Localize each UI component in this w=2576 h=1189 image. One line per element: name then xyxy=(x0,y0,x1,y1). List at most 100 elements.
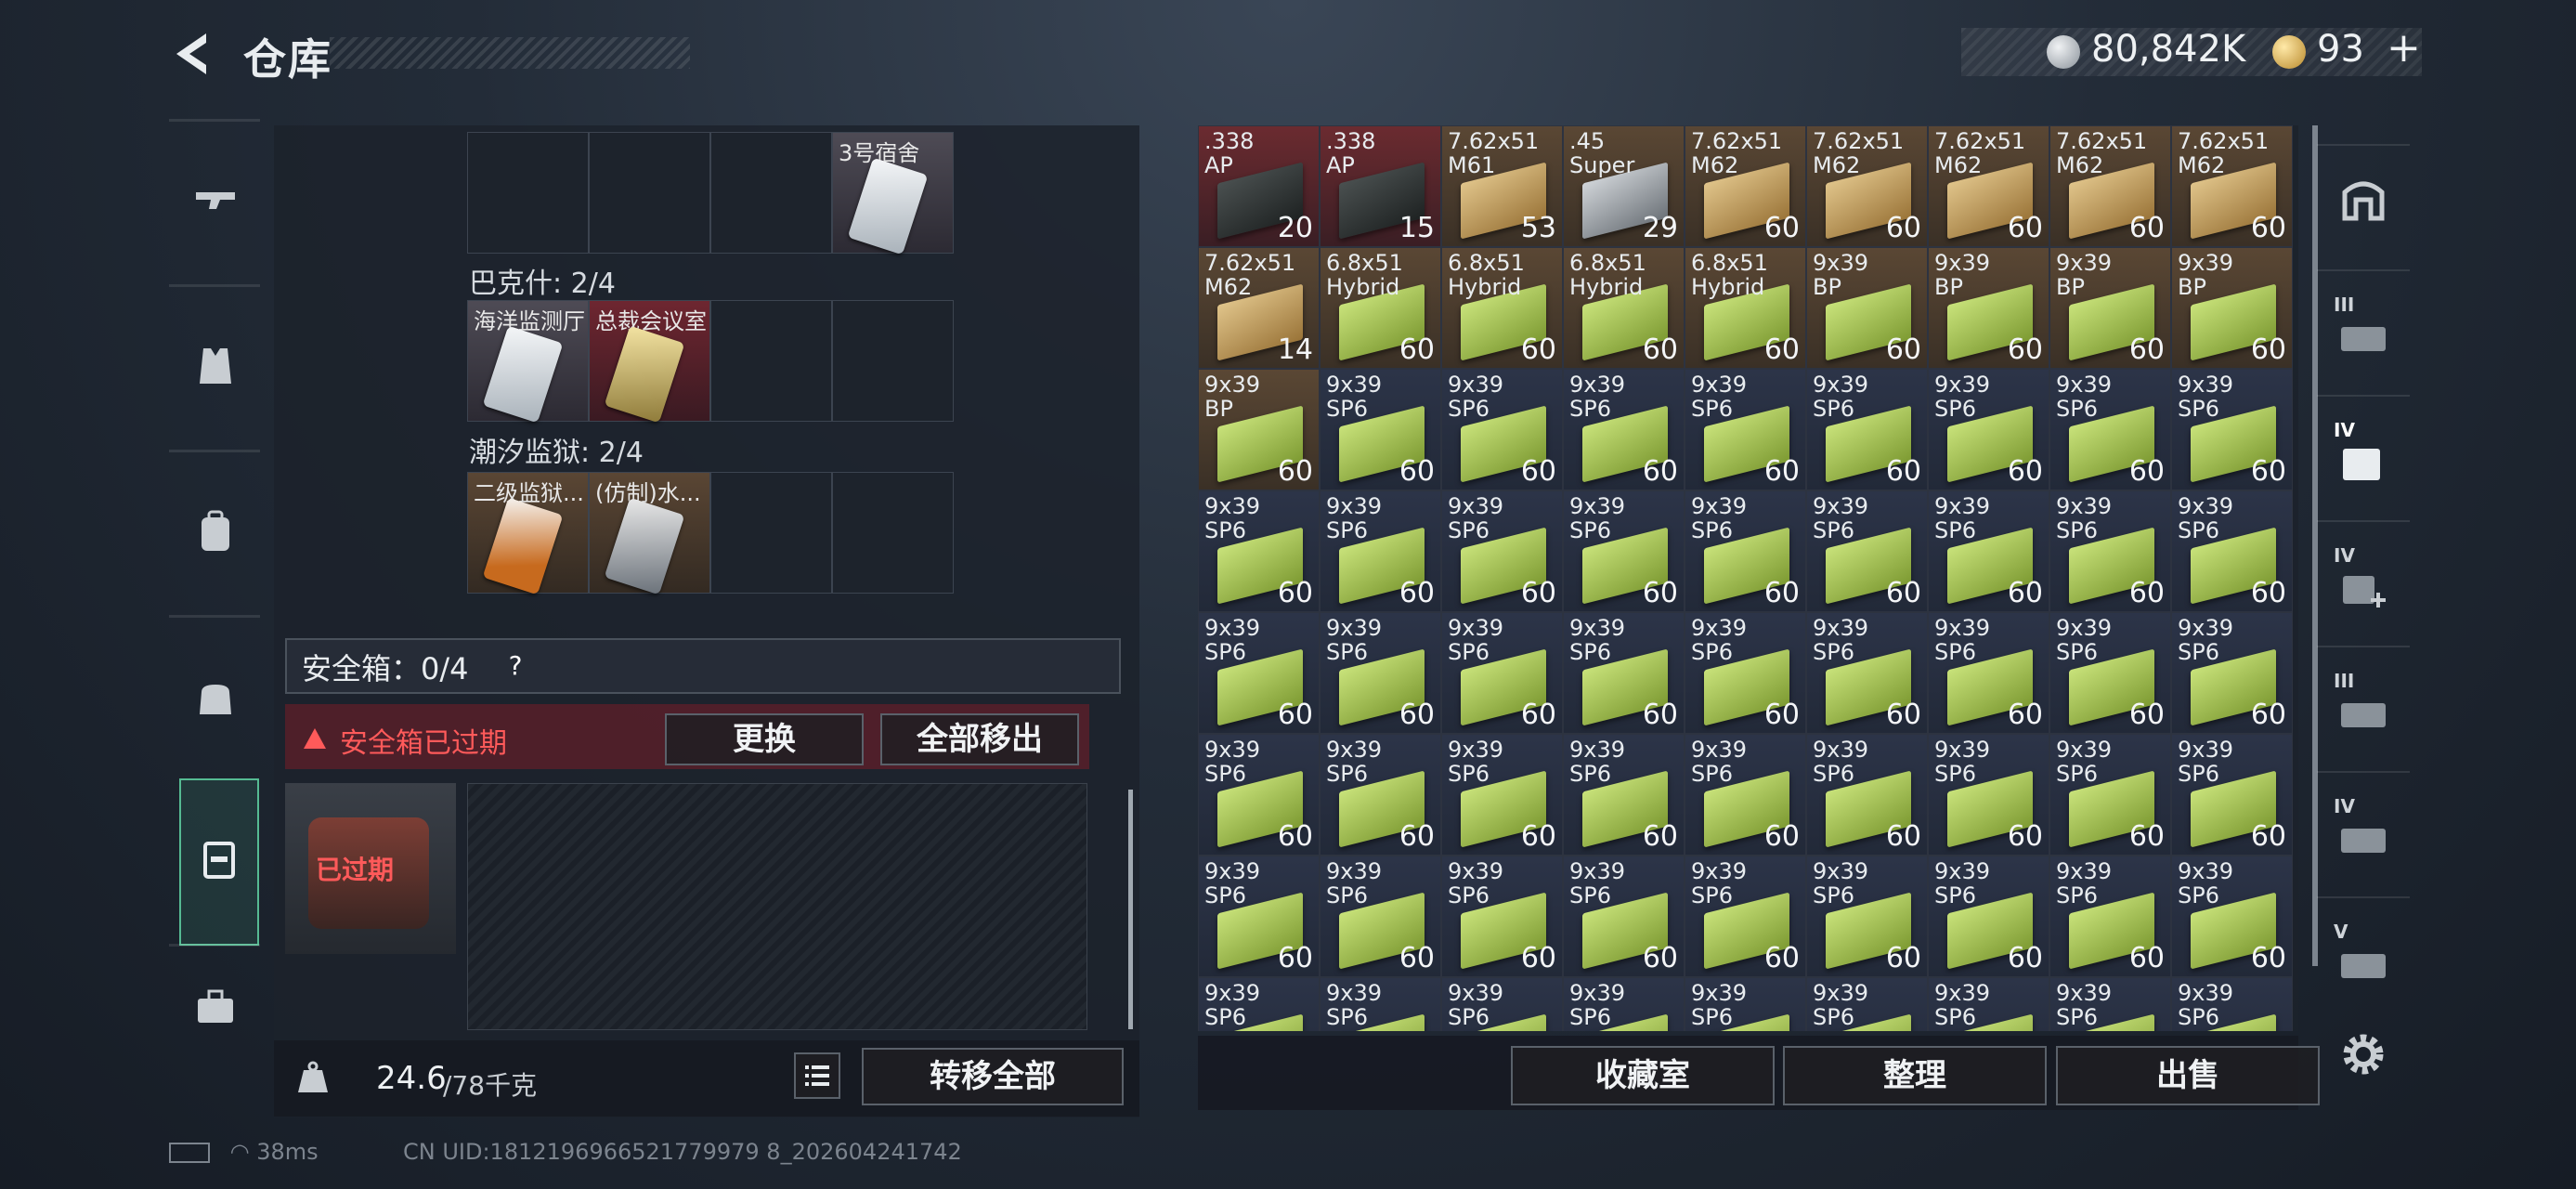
ammo-item-cell[interactable]: 9x39SP660 xyxy=(1685,977,1806,1031)
ammo-item-cell[interactable]: 9x39SP660 xyxy=(1441,612,1563,734)
ammo-item-cell[interactable]: 9x39 BP 60 xyxy=(2171,247,2293,369)
ammo-item-cell[interactable]: 7.62x51 M62 60 xyxy=(2171,125,2293,247)
ammo-item-cell[interactable]: 9x39SP660 xyxy=(1806,369,1928,490)
ammo-item-cell[interactable]: 6.8x51 Hybrid 60 xyxy=(1320,247,1441,369)
ammo-item-cell[interactable]: 6.8x51 Hybrid 60 xyxy=(1441,247,1563,369)
ammo-item-cell[interactable]: 6.8x51 Hybrid 60 xyxy=(1563,247,1685,369)
ammo-item-cell[interactable]: 9x39SP660 xyxy=(1685,734,1806,856)
ammo-item-cell[interactable]: 9x39SP660 xyxy=(2171,490,2293,612)
keycard-slot[interactable]: 海洋监测厅 xyxy=(467,300,589,424)
move-all-out-button[interactable]: 全部移出 xyxy=(880,713,1079,765)
ammo-item-cell[interactable]: 9x39 BP 60 xyxy=(1806,247,1928,369)
ammo-item-cell[interactable]: 9x39SP660 xyxy=(1320,734,1441,856)
ammo-item-cell[interactable]: .45 Super 29 xyxy=(1563,125,1685,247)
ammo-item-cell[interactable]: 9x39SP660 xyxy=(1685,856,1806,977)
sell-button[interactable]: 出售 xyxy=(2056,1046,2320,1105)
ammo-item-cell[interactable]: 9x39SP660 xyxy=(2171,734,2293,856)
ammo-item-cell[interactable]: 9x39SP660 xyxy=(1563,856,1685,977)
ammo-item-cell[interactable]: 9x39SP660 xyxy=(2171,369,2293,490)
ammo-item-cell[interactable]: 9x39SP660 xyxy=(1441,977,1563,1031)
add-currency-button[interactable]: + xyxy=(2387,24,2421,72)
ammo-item-cell[interactable]: 9x39SP660 xyxy=(1806,856,1928,977)
ammo-item-cell[interactable]: 9x39SP660 xyxy=(1441,856,1563,977)
stash-tab-tier4-b[interactable]: IV xyxy=(2317,771,2410,884)
keycard-slot[interactable] xyxy=(589,132,710,254)
keycard-slot[interactable] xyxy=(832,300,954,422)
ammo-item-cell[interactable]: 9x39 BP 60 xyxy=(1198,369,1320,490)
ammo-item-cell[interactable]: 9x39 BP 60 xyxy=(1928,247,2049,369)
keycard-slot[interactable]: 3号宿舍 xyxy=(832,132,954,255)
settings-gear-icon[interactable] xyxy=(2335,1026,2391,1082)
stash-tab-tier3[interactable]: III xyxy=(2317,269,2410,383)
ammo-item-cell[interactable]: 7.62x51 M62 60 xyxy=(1806,125,1928,247)
ammo-item-cell[interactable]: 9x39SP660 xyxy=(1320,977,1441,1031)
ammo-item-cell[interactable]: 9x39SP660 xyxy=(1563,369,1685,490)
ammo-item-cell[interactable]: 9x39SP660 xyxy=(2171,856,2293,977)
ammo-item-cell[interactable]: 9x39SP660 xyxy=(1806,612,1928,734)
keycard-slot[interactable] xyxy=(710,300,832,422)
ammo-item-cell[interactable]: 9x39SP660 xyxy=(1563,734,1685,856)
ammo-item-cell[interactable]: 9x39SP660 xyxy=(1441,369,1563,490)
keycard-slot[interactable] xyxy=(710,132,832,254)
ammo-item-cell[interactable]: 7.62x51 M62 60 xyxy=(2049,125,2171,247)
nav-safe-case[interactable] xyxy=(179,778,259,946)
stash-tab-tier4[interactable]: IV xyxy=(2317,395,2410,508)
ammo-item-cell[interactable]: 9x39SP660 xyxy=(1198,490,1320,612)
ammo-item-cell[interactable]: 9x39SP660 xyxy=(1563,490,1685,612)
ammo-item-cell[interactable]: 9x39SP660 xyxy=(2049,369,2171,490)
nav-armor[interactable] xyxy=(169,284,260,451)
ammo-item-cell[interactable]: 6.8x51 Hybrid 60 xyxy=(1685,247,1806,369)
keycard-slot[interactable]: 二级监狱... xyxy=(467,472,589,595)
keycard-slot[interactable] xyxy=(467,132,589,254)
ammo-item-cell[interactable]: 7.62x51 M62 14 xyxy=(1198,247,1320,369)
ammo-item-cell[interactable]: 9x39SP660 xyxy=(2049,977,2171,1031)
stash-tab-tier3-b[interactable]: III xyxy=(2317,646,2410,759)
change-button[interactable]: 更换 xyxy=(665,713,864,765)
left-scrollbar[interactable] xyxy=(1128,790,1133,1029)
stash-tab-tier5[interactable]: V xyxy=(2317,896,2410,991)
ammo-item-cell[interactable]: 9x39 BP 60 xyxy=(2049,247,2171,369)
nav-toolbox[interactable] xyxy=(169,944,260,1049)
ammo-item-cell[interactable]: 9x39SP660 xyxy=(1928,856,2049,977)
ammo-item-cell[interactable]: 7.62x51 M62 60 xyxy=(1928,125,2049,247)
ammo-item-cell[interactable]: 9x39SP660 xyxy=(1320,856,1441,977)
keycard-slot[interactable]: 总裁会议室 xyxy=(589,300,710,424)
transfer-all-button[interactable]: 转移全部 xyxy=(862,1048,1124,1105)
ammo-item-cell[interactable]: 9x39SP660 xyxy=(1806,490,1928,612)
ammo-item-cell[interactable]: 9x39SP660 xyxy=(1806,734,1928,856)
ammo-item-cell[interactable]: 9x39SP660 xyxy=(1928,490,2049,612)
ammo-item-cell[interactable]: 9x39SP660 xyxy=(1198,612,1320,734)
keycard-slot[interactable] xyxy=(832,472,954,594)
back-arrow-icon[interactable] xyxy=(167,28,219,80)
ammo-item-cell[interactable]: .338 AP 15 xyxy=(1320,125,1441,247)
nav-weapons[interactable] xyxy=(169,119,260,285)
keycard-slot[interactable]: (仿制)水... xyxy=(589,472,710,595)
ammo-item-cell[interactable]: .338 AP 20 xyxy=(1198,125,1320,247)
nav-backpack[interactable] xyxy=(169,450,260,616)
stash-tab-tier4-plus[interactable]: IV xyxy=(2317,520,2410,634)
help-icon[interactable]: ? xyxy=(497,647,534,685)
sort-button[interactable]: 整理 xyxy=(1783,1046,2047,1105)
ammo-item-cell[interactable]: 7.62x51 M62 60 xyxy=(1685,125,1806,247)
ammo-item-cell[interactable]: 7.62x51 M61 53 xyxy=(1441,125,1563,247)
stash-tab-all[interactable] xyxy=(2317,144,2410,257)
ammo-item-cell[interactable]: 9x39SP660 xyxy=(1928,734,2049,856)
safe-case-grid[interactable] xyxy=(467,783,1087,1030)
ammo-item-cell[interactable]: 9x39SP660 xyxy=(2171,977,2293,1031)
ammo-item-cell[interactable]: 9x39SP660 xyxy=(1198,856,1320,977)
ammo-item-cell[interactable]: 9x39SP660 xyxy=(1685,369,1806,490)
ammo-item-cell[interactable]: 9x39SP660 xyxy=(1320,490,1441,612)
ammo-item-cell[interactable]: 9x39SP660 xyxy=(1806,977,1928,1031)
ammo-item-cell[interactable]: 9x39SP660 xyxy=(2171,612,2293,734)
ammo-item-cell[interactable]: 9x39SP660 xyxy=(1563,612,1685,734)
ammo-item-cell[interactable]: 9x39SP660 xyxy=(1441,734,1563,856)
ammo-item-cell[interactable]: 9x39SP660 xyxy=(2049,490,2171,612)
collection-room-button[interactable]: 收藏室 xyxy=(1511,1046,1775,1105)
ammo-item-cell[interactable]: 9x39SP660 xyxy=(1320,369,1441,490)
nav-bag[interactable] xyxy=(169,615,260,781)
ammo-item-cell[interactable]: 9x39SP660 xyxy=(1320,612,1441,734)
ammo-item-cell[interactable]: 9x39SP660 xyxy=(1198,734,1320,856)
ammo-item-cell[interactable]: 9x39SP660 xyxy=(1441,490,1563,612)
ammo-item-cell[interactable]: 9x39SP660 xyxy=(1563,977,1685,1031)
list-view-button[interactable] xyxy=(794,1052,840,1099)
